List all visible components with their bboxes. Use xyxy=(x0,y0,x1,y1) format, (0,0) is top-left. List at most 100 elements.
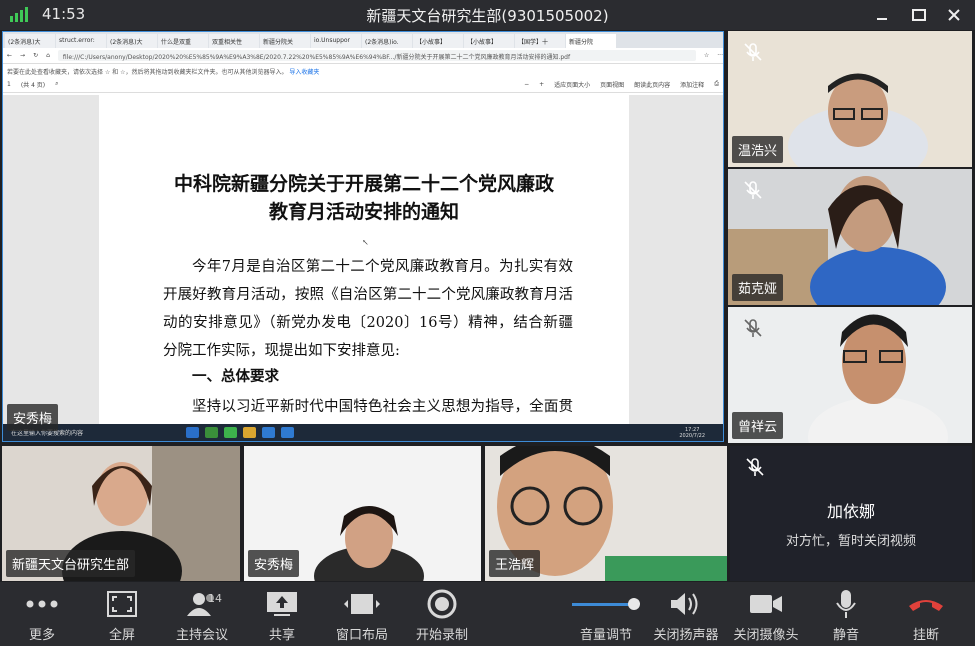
browser-menu-icon[interactable]: ··· xyxy=(717,52,723,59)
browser-tab[interactable]: (2条消息)io. xyxy=(362,34,412,48)
browser-tab[interactable]: 新疆分院 xyxy=(566,34,616,48)
browser-tab[interactable]: struct.error: xyxy=(56,34,106,48)
browser-tabs: (2条消息)大 struct.error: (2条消息)大 什么是双重 双重相关性 新疆分… xyxy=(3,32,723,48)
meeting-toolbar: 更多 全屏 14 主持会议 共享 窗口布局 开始录制 音量调节 关闭扬声器 关闭… xyxy=(0,582,975,646)
maximize-icon[interactable] xyxy=(908,4,930,26)
page-view-button[interactable]: 页面视图 xyxy=(600,80,624,89)
volume-slider-track xyxy=(572,598,640,610)
meeting-app-icon[interactable] xyxy=(281,427,294,438)
share-button[interactable]: 共享 xyxy=(242,588,322,643)
address-bar: ← → ↻ ⌂ file:///C:/Users/anony/Desktop/2… xyxy=(3,48,723,64)
browser-tab[interactable]: 什么是双重 xyxy=(158,34,208,48)
browser-tab[interactable]: 【小故事】 xyxy=(413,34,463,48)
browser-tab[interactable]: (2条消息)大 xyxy=(107,34,157,48)
fullscreen-button[interactable]: 全屏 xyxy=(82,588,162,643)
hangup-label: 挂断 xyxy=(912,628,939,643)
folder-icon[interactable] xyxy=(243,427,256,438)
browser-tab[interactable]: 双重相关性 xyxy=(209,34,259,48)
pdf-toolbar: 1 (共 4 页) ⌕ − + 适应页面大小 页面视图 朗读此页内容 添加注释 … xyxy=(3,76,723,93)
read-aloud-button[interactable]: 朗读此页内容 xyxy=(634,80,670,89)
shared-screen: (2条消息)大 struct.error: (2条消息)大 什么是双重 双重相关性 新疆分… xyxy=(2,31,724,442)
home-icon[interactable]: ⌂ xyxy=(46,52,50,59)
page-number[interactable]: 1 xyxy=(7,81,11,88)
participant-name: 曾祥云 xyxy=(732,412,784,439)
browser-tab[interactable]: 【小故事】 xyxy=(464,34,514,48)
favorites-hint: 若要在此处查看收藏夹，请依次选择 ☆ 和 ☆，然后将其拖动到收藏夹栏文件夹。也可… xyxy=(7,69,288,76)
print-icon[interactable]: ⎙ xyxy=(714,80,719,88)
minimize-icon[interactable] xyxy=(871,4,893,26)
video-tile-6[interactable]: 王浩辉 xyxy=(485,446,727,581)
title-line-2: 教育月活动安排的通知 xyxy=(268,201,459,223)
chrome-icon[interactable] xyxy=(205,427,218,438)
fullscreen-icon xyxy=(107,591,137,617)
hangup-icon xyxy=(909,600,943,611)
mic-muted-icon xyxy=(744,43,762,61)
windows-taskbar: 在这里输入你要搜索的内容 17:27 2020/7/22 xyxy=(3,424,723,441)
share-label: 共享 xyxy=(268,628,295,643)
participant-count-badge: 14 xyxy=(208,592,222,605)
browser-tab[interactable]: 【国学】十 xyxy=(515,34,565,48)
star-icon[interactable]: ☆ xyxy=(704,52,709,59)
fit-page-button[interactable]: 适应页面大小 xyxy=(554,80,590,89)
mouse-cursor-icon: ↖ xyxy=(362,238,369,247)
pdf-page: 中科院新疆分院关于开展第二十二个党风廉政 教育月活动安排的通知 ↖ 今年7月是自… xyxy=(99,95,629,441)
record-icon xyxy=(427,589,457,619)
host-meeting-button[interactable]: 14 主持会议 xyxy=(162,588,242,643)
mute-button[interactable]: 静音 xyxy=(806,588,886,643)
participant-name: 温浩兴 xyxy=(732,136,784,163)
video-tile-4[interactable]: 新疆天文台研究生部 xyxy=(2,446,240,581)
fullscreen-label: 全屏 xyxy=(108,628,135,643)
mic-muted-icon xyxy=(746,458,764,476)
import-favorites-link[interactable]: 导入收藏夹 xyxy=(289,69,319,76)
title-line-1: 中科院新疆分院关于开展第二十二个党风廉政 xyxy=(173,173,554,195)
camera-label: 关闭摄像头 xyxy=(733,628,799,643)
mic-muted-icon xyxy=(744,319,762,337)
favorites-bar: 若要在此处查看收藏夹，请依次选择 ☆ 和 ☆，然后将其拖动到收藏夹栏文件夹。也可… xyxy=(3,64,723,76)
video-tile-2[interactable]: 茹克娅 xyxy=(728,169,972,305)
video-tile-3[interactable]: 曾祥云 xyxy=(728,307,972,443)
window-layout-button[interactable]: 窗口布局 xyxy=(322,588,402,643)
participant-name: 王浩辉 xyxy=(489,550,541,577)
camera-icon xyxy=(750,595,782,613)
camera-off-button[interactable]: 关闭摄像头 xyxy=(726,588,806,643)
add-note-button[interactable]: 添加注释 xyxy=(680,80,704,89)
video-tile-5[interactable]: 安秀梅 xyxy=(244,446,481,581)
pdf-search-icon[interactable]: ⌕ xyxy=(55,80,58,88)
hangup-button[interactable]: 挂断 xyxy=(886,588,966,643)
browser-tab[interactable]: 新疆分院关 xyxy=(260,34,310,48)
volume-slider[interactable]: 音量调节 xyxy=(566,588,646,643)
refresh-icon[interactable]: ↻ xyxy=(33,52,38,59)
speaker-label: 关闭扬声器 xyxy=(653,628,719,643)
edge-icon[interactable] xyxy=(186,427,199,438)
video-tile-1[interactable]: 温浩兴 xyxy=(728,31,972,167)
more-label: 更多 xyxy=(28,628,55,643)
wechat-icon[interactable] xyxy=(224,427,237,438)
record-label: 开始录制 xyxy=(415,628,468,643)
more-icon xyxy=(26,600,58,608)
forward-icon[interactable]: → xyxy=(20,52,25,59)
speaker-icon xyxy=(671,593,698,615)
browser-tab[interactable]: io.Unsuppor xyxy=(311,34,361,48)
video-tile-camera-off[interactable]: 加依娜 对方忙，暂时关闭视频 xyxy=(730,446,972,581)
meeting-title: 新疆天文台研究生部(9301505002) xyxy=(366,7,609,25)
zoom-out-icon[interactable]: − xyxy=(524,81,529,88)
paragraph-1: 今年7月是自治区第二十二个党风廉政教育月。为扎实有效开展好教育月活动，按照《自治… xyxy=(163,259,573,359)
start-recording-button[interactable]: 开始录制 xyxy=(402,588,482,643)
more-button[interactable]: 更多 xyxy=(2,588,82,643)
browser-tab[interactable]: (2条消息)大 xyxy=(5,34,55,48)
participant-name: 新疆天文台研究生部 xyxy=(6,550,136,577)
pdf-viewer[interactable]: 中科院新疆分院关于开展第二十二个党风廉政 教育月活动安排的通知 ↖ 今年7月是自… xyxy=(3,95,723,441)
participant-name: 茹克娅 xyxy=(732,274,784,301)
layout-label: 窗口布局 xyxy=(335,628,388,643)
host-label: 主持会议 xyxy=(175,628,228,643)
close-icon[interactable] xyxy=(943,4,965,26)
url-field[interactable]: file:///C:/Users/anony/Desktop/2020%20%E… xyxy=(57,50,696,61)
word-icon[interactable] xyxy=(262,427,275,438)
speaker-off-button[interactable]: 关闭扬声器 xyxy=(646,588,726,643)
section-heading: 一、总体要求 xyxy=(192,368,279,385)
back-icon[interactable]: ← xyxy=(7,52,12,59)
layout-icon xyxy=(344,594,380,614)
zoom-in-icon[interactable]: + xyxy=(539,81,544,88)
volume-label: 音量调节 xyxy=(579,628,632,643)
participant-name: 加依娜 xyxy=(826,502,875,521)
